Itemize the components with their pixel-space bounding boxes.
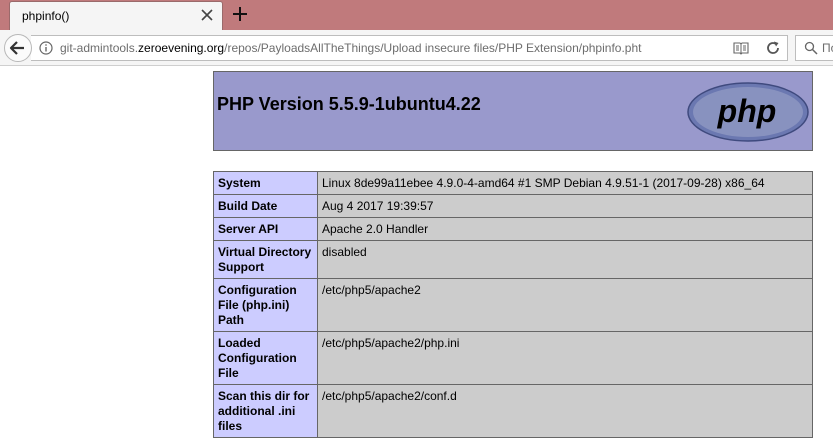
info-icon[interactable] — [39, 41, 53, 55]
back-arrow-icon — [9, 41, 24, 55]
table-row: Scan this dir for additional .ini files … — [213, 384, 813, 438]
table-row: Configuration File (php.ini) Path /etc/p… — [213, 278, 813, 332]
row-key: Build Date — [213, 194, 318, 218]
row-key: Loaded Configuration File — [213, 331, 318, 385]
row-value: disabled — [317, 240, 813, 279]
close-icon[interactable] — [199, 7, 215, 23]
row-value: /etc/php5/apache2/conf.d — [317, 384, 813, 438]
php-version-header: PHP Version 5.5.9-1ubuntu4.22 php — [213, 71, 813, 151]
row-value: /etc/php5/apache2 — [317, 278, 813, 332]
row-value: /etc/php5/apache2/php.ini — [317, 331, 813, 385]
url-prefix: git-admintools. — [60, 41, 139, 55]
tab-phpinfo[interactable]: phpinfo() — [9, 1, 223, 30]
search-placeholder: Пои — [822, 41, 833, 55]
search-input[interactable]: Пои — [795, 35, 833, 61]
row-value: Apache 2.0 Handler — [317, 217, 813, 241]
table-row: Build Date Aug 4 2017 19:39:57 — [213, 194, 813, 218]
table-row: Server API Apache 2.0 Handler — [213, 217, 813, 241]
url-path: /repos/PayloadsAllTheThings/Upload insec… — [224, 41, 642, 55]
php-logo[interactable]: php — [687, 82, 809, 142]
table-row: Virtual Directory Support disabled — [213, 240, 813, 279]
row-value: Linux 8de99a11ebee 4.9.0-4-amd64 #1 SMP … — [317, 171, 813, 195]
reload-icon[interactable] — [765, 40, 781, 56]
reader-view-icon[interactable] — [733, 41, 749, 55]
back-button[interactable] — [4, 34, 32, 62]
tab-strip: phpinfo() — [0, 0, 833, 30]
row-key: Scan this dir for additional .ini files — [213, 384, 318, 438]
navigation-bar: git-admintools.zeroevening.org/repos/Pay… — [0, 30, 833, 66]
row-value: Aug 4 2017 19:39:57 — [317, 194, 813, 218]
url-text[interactable]: git-admintools.zeroevening.org/repos/Pay… — [60, 41, 641, 55]
table-row: Loaded Configuration File /etc/php5/apac… — [213, 331, 813, 385]
tab-title: phpinfo() — [22, 9, 70, 23]
row-key: Server API — [213, 217, 318, 241]
search-icon — [804, 41, 818, 55]
page-title: PHP Version 5.5.9-1ubuntu4.22 — [217, 94, 481, 114]
address-bar[interactable]: git-admintools.zeroevening.org/repos/Pay… — [31, 35, 788, 61]
row-key: System — [213, 171, 318, 195]
php-logo-text: php — [717, 93, 777, 129]
row-key: Virtual Directory Support — [213, 240, 318, 279]
url-host: zeroevening.org — [138, 41, 225, 55]
row-key: Configuration File (php.ini) Path — [213, 278, 318, 332]
new-tab-icon[interactable] — [232, 6, 248, 22]
php-info-table: System Linux 8de99a11ebee 4.9.0-4-amd64 … — [213, 171, 813, 438]
table-row: System Linux 8de99a11ebee 4.9.0-4-amd64 … — [213, 171, 813, 195]
